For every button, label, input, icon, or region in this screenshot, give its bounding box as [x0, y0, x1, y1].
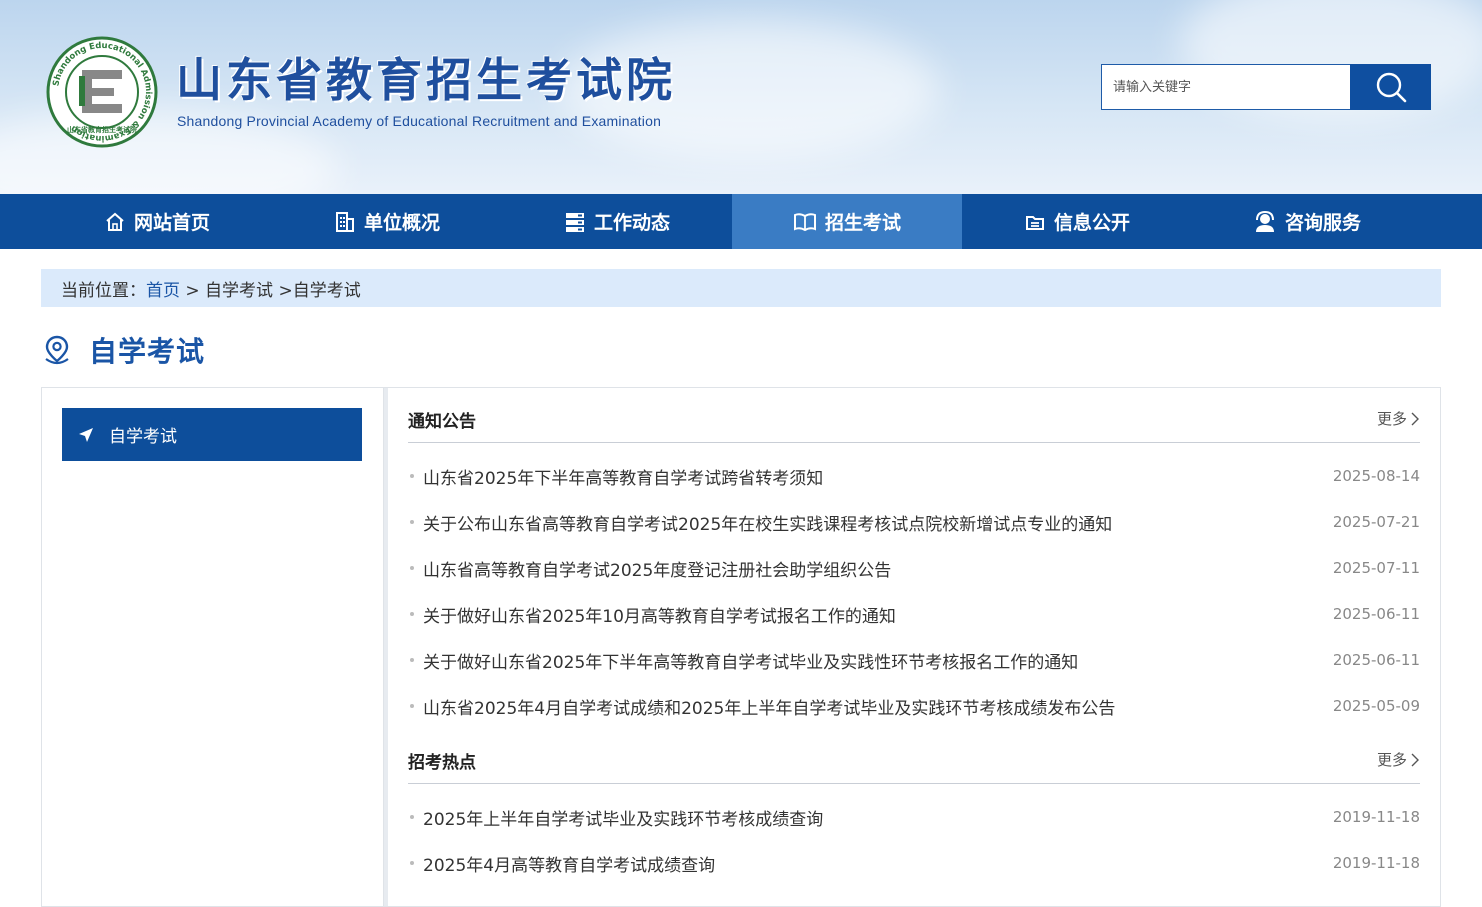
nav-item-label: 网站首页	[133, 212, 210, 234]
site-title: 山东省教育招生考试院	[176, 53, 676, 107]
list-item: 山东省高等教育自学考试2025年度登记注册社会助学组织公告 2025-07-11	[408, 545, 1420, 591]
home-icon	[106, 212, 124, 231]
list-item-link[interactable]: 关于做好山东省2025年10月高等教育自学考试报名工作的通知	[423, 602, 1333, 627]
bullet-dot	[410, 704, 414, 708]
search-box	[1101, 64, 1351, 110]
search-input[interactable]	[1102, 65, 1351, 109]
building-icon	[335, 211, 354, 232]
chevron-right-icon	[1411, 412, 1419, 425]
list-item: 2025年上半年自学考试毕业及实践环节考核成绩查询 2019-11-18	[408, 794, 1420, 840]
list-item-date: 2019-11-18	[1332, 808, 1420, 826]
main-content: 通知公告 更多 山东省2025年下半年高等教育自学考试跨省转考须知 2025-08…	[408, 388, 1420, 886]
list-item: 山东省2025年4月自学考试成绩和2025年上半年自学考试毕业及实践环节考核成绩…	[408, 683, 1420, 729]
page-heading: 自学考试	[42, 330, 205, 370]
site-logo[interactable]: Shandong Educational Admission & Examina…	[46, 36, 158, 148]
list-item-date: 2019-11-18	[1332, 854, 1420, 872]
breadcrumb-level2: >自学考试	[273, 280, 361, 301]
section-header: 招考热点 更多	[408, 729, 1420, 784]
nav-item-about[interactable]: 单位概况	[272, 194, 502, 249]
hot-topics-list: 2025年上半年自学考试毕业及实践环节考核成绩查询 2019-11-18 2025…	[408, 784, 1420, 886]
sidebar-item-label: 自学考试	[109, 427, 177, 447]
bullet-dot	[410, 815, 414, 819]
list-item-link[interactable]: 2025年4月高等教育自学考试成绩查询	[423, 851, 1333, 876]
list-item: 关于公布山东省高等教育自学考试2025年在校生实践课程考核试点院校新增试点专业的…	[408, 499, 1420, 545]
breadcrumb-home-link[interactable]: 首页	[146, 276, 180, 301]
bullet-dot	[410, 520, 414, 524]
navigation-arrow-icon	[79, 427, 93, 442]
notice-section: 通知公告 更多 山东省2025年下半年高等教育自学考试跨省转考须知 2025-08…	[408, 388, 1420, 729]
more-label: 更多	[1376, 751, 1407, 769]
list-item-link[interactable]: 2025年上半年自学考试毕业及实践环节考核成绩查询	[423, 805, 1333, 830]
location-pin-icon	[45, 335, 69, 365]
list-item-link[interactable]: 山东省2025年4月自学考试成绩和2025年上半年自学考试毕业及实践环节考核成绩…	[423, 694, 1333, 719]
content-panel: 自学考试 通知公告 更多 山东省2025年下半年高等教育自学考试跨省转考须知 20…	[41, 387, 1441, 907]
sidebar-divider	[384, 388, 388, 906]
server-icon	[565, 212, 584, 232]
nav-item-label: 咨询服务	[1284, 212, 1361, 234]
sidebar: 自学考试	[42, 388, 384, 906]
bullet-dot	[410, 612, 414, 616]
breadcrumb-level1[interactable]: > 自学考试	[180, 276, 273, 301]
more-link[interactable]: 更多	[1377, 408, 1420, 429]
nav-item-consult[interactable]: 咨询服务	[1192, 194, 1422, 249]
list-item: 关于做好山东省2025年10月高等教育自学考试报名工作的通知 2025-06-11	[408, 591, 1420, 637]
list-item-link[interactable]: 关于公布山东省高等教育自学考试2025年在校生实践课程考核试点院校新增试点专业的…	[423, 510, 1333, 535]
list-item-date: 2025-08-14	[1332, 467, 1420, 485]
breadcrumb: 当前位置： 首页 > 自学考试 >自学考试	[41, 269, 1441, 307]
section-header: 通知公告 更多	[408, 388, 1420, 443]
nav-item-info-disclosure[interactable]: 信息公开	[962, 194, 1192, 249]
bullet-dot	[410, 566, 414, 570]
nav-item-news[interactable]: 工作动态	[502, 194, 732, 249]
nav-item-label: 单位概况	[363, 212, 440, 234]
nav-item-label: 信息公开	[1053, 212, 1130, 234]
bullet-dot	[410, 474, 414, 478]
hot-topics-section: 招考热点 更多 2025年上半年自学考试毕业及实践环节考核成绩查询 2019-11…	[408, 729, 1420, 886]
search-icon	[1376, 72, 1406, 103]
folder-icon	[1025, 215, 1044, 230]
bullet-dot	[410, 861, 414, 865]
sidebar-item-self-exam[interactable]: 自学考试	[62, 408, 362, 461]
notice-list: 山东省2025年下半年高等教育自学考试跨省转考须知 2025-08-14 关于公布…	[408, 443, 1420, 729]
main-nav: 网站首页 单位概况 工作动态 招生考试 信息公开 咨询服务	[0, 194, 1482, 249]
nav-item-home[interactable]: 网站首页	[42, 194, 272, 249]
list-item-link[interactable]: 山东省2025年下半年高等教育自学考试跨省转考须知	[423, 464, 1333, 489]
more-link[interactable]: 更多	[1377, 749, 1420, 770]
nav-item-label: 招生考试	[824, 212, 901, 234]
list-item-link[interactable]: 关于做好山东省2025年下半年高等教育自学考试毕业及实践性环节考核报名工作的通知	[423, 648, 1333, 673]
list-item-date: 2025-07-21	[1332, 513, 1420, 531]
chevron-right-icon	[1411, 753, 1419, 766]
list-item: 关于做好山东省2025年下半年高等教育自学考试毕业及实践性环节考核报名工作的通知…	[408, 637, 1420, 683]
list-item: 山东省2025年下半年高等教育自学考试跨省转考须知 2025-08-14	[408, 453, 1420, 499]
search-button[interactable]	[1350, 64, 1431, 110]
list-item-date: 2025-07-11	[1332, 559, 1420, 577]
nav-item-label: 工作动态	[593, 212, 670, 234]
list-item: 2025年4月高等教育自学考试成绩查询 2019-11-18	[408, 840, 1420, 886]
site-header: Shandong Educational Admission & Examina…	[0, 0, 1482, 194]
list-item-link[interactable]: 山东省高等教育自学考试2025年度登记注册社会助学组织公告	[423, 556, 1333, 581]
support-icon	[1255, 210, 1274, 232]
site-subtitle: Shandong Provincial Academy of Education…	[177, 113, 662, 129]
nav-item-admission-exam[interactable]: 招生考试	[732, 194, 962, 249]
list-item-date: 2025-05-09	[1332, 697, 1420, 715]
book-icon	[793, 212, 816, 231]
list-item-date: 2025-06-11	[1332, 605, 1420, 623]
list-item-date: 2025-06-11	[1332, 651, 1420, 669]
breadcrumb-prefix: 当前位置：	[61, 280, 146, 301]
more-label: 更多	[1376, 410, 1407, 428]
section-title: 招考热点	[408, 753, 476, 773]
logo-cn-text: 山东省教育招生考试院	[67, 125, 137, 134]
section-title: 通知公告	[408, 412, 476, 432]
page-title: 自学考试	[89, 335, 206, 368]
bullet-dot	[410, 658, 414, 662]
